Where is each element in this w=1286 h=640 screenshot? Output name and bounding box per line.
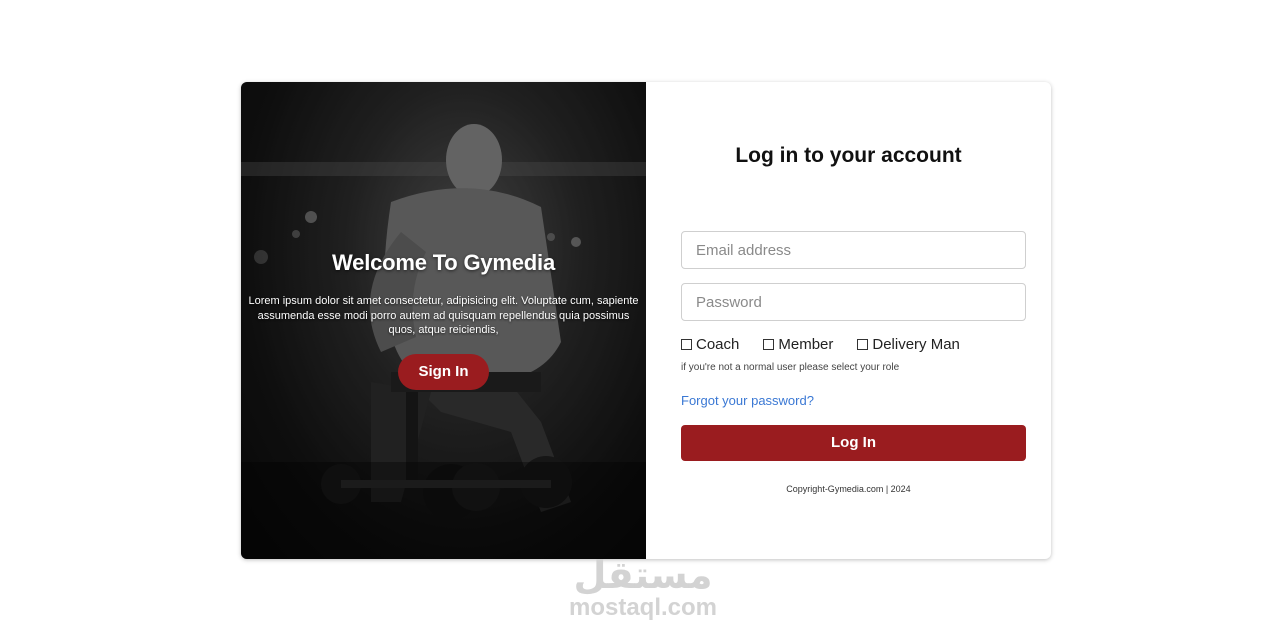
watermark-arabic: مستقل [573,553,713,597]
checkbox-icon[interactable] [763,339,775,350]
hero-description: Lorem ipsum dolor sit amet consectetur, … [248,295,639,336]
page-title: Log in to your account [735,144,962,167]
role-hint: if you're not a normal user please selec… [681,362,900,373]
role-member-checkbox[interactable]: Member [763,336,833,353]
role-selector: Coach Member Delivery Man [681,336,984,353]
sign-in-button[interactable]: Sign In [398,353,489,390]
watermark-logo: مستقل mostaql.com [565,555,721,627]
checkbox-icon[interactable] [857,339,869,350]
login-panel: Log in to your account Coach Member Deli… [646,82,1051,559]
login-card: Welcome To Gymedia Lorem ipsum dolor sit… [241,82,1051,559]
log-in-button[interactable]: Log In [681,425,1026,461]
hero-panel: Welcome To Gymedia Lorem ipsum dolor sit… [241,82,646,559]
password-field[interactable] [681,283,1026,321]
role-delivery-man-checkbox[interactable]: Delivery Man [857,336,960,353]
role-label: Coach [696,336,740,353]
role-label: Delivery Man [872,336,960,353]
checkbox-icon[interactable] [681,339,692,350]
role-coach-checkbox[interactable]: Coach [681,336,739,353]
watermark-latin: mostaql.com [568,594,718,621]
role-label: Member [778,336,834,353]
forgot-password-link[interactable]: Forgot your password? [681,393,814,408]
hero-title: Welcome To Gymedia [332,250,555,275]
copyright-text: Copyright-Gymedia.com | 2024 [786,484,911,494]
hero-content: Welcome To Gymedia Lorem ipsum dolor sit… [241,250,646,390]
email-field[interactable] [681,231,1026,269]
